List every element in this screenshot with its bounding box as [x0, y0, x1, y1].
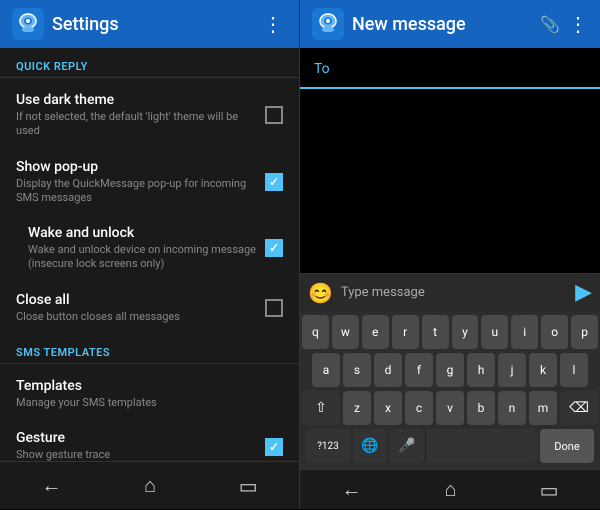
- setting-templates-desc: Manage your SMS templates: [16, 396, 275, 410]
- key-l[interactable]: l: [560, 353, 588, 387]
- section-quick-reply: QUICK REPLY: [0, 48, 299, 77]
- message-panel: New message 📎 ⋮ To 😊 Type message ▶ q w …: [300, 0, 600, 509]
- key-q[interactable]: q: [302, 315, 329, 349]
- setting-dark-theme-checkbox[interactable]: [265, 106, 283, 124]
- keyboard-row-2: a s d f g h j k l: [302, 353, 598, 387]
- settings-bottom-nav: ← ⌂ ▭: [0, 461, 299, 509]
- message-body: To 😊 Type message ▶ q w e r t y u i o p: [300, 48, 600, 469]
- symbols-key[interactable]: ?123: [306, 429, 350, 463]
- setting-templates-title: Templates: [16, 378, 275, 394]
- key-r[interactable]: r: [392, 315, 419, 349]
- setting-dark-theme-desc: If not selected, the default 'light' the…: [16, 110, 257, 139]
- keyboard: q w e r t y u i o p a s d f g h j k: [300, 311, 600, 469]
- attach-button[interactable]: 📎: [540, 15, 560, 34]
- key-f[interactable]: f: [405, 353, 433, 387]
- space-key[interactable]: [427, 429, 537, 463]
- setting-gesture-desc: Show gesture trace: [16, 448, 257, 461]
- send-button[interactable]: ▶: [575, 280, 592, 305]
- settings-panel: Settings ⋮ QUICK REPLY Use dark theme If…: [0, 0, 300, 509]
- message-app-icon: [312, 8, 344, 40]
- keyboard-row-4: ?123 🌐 🎤 Done: [302, 429, 598, 463]
- to-field[interactable]: To: [300, 48, 600, 89]
- setting-close-all-checkbox[interactable]: [265, 299, 283, 317]
- setting-dark-theme[interactable]: Use dark theme If not selected, the defa…: [0, 82, 299, 149]
- message-recents-button[interactable]: ▭: [524, 470, 575, 510]
- setting-gesture-title: Gesture: [16, 430, 257, 446]
- key-j[interactable]: j: [498, 353, 526, 387]
- key-k[interactable]: k: [529, 353, 557, 387]
- key-g[interactable]: g: [436, 353, 464, 387]
- key-o[interactable]: o: [541, 315, 568, 349]
- message-bottom-nav: ← ⌂ ▭: [300, 469, 600, 509]
- keyboard-row-3: ⇧ z x c v b n m ⌫: [302, 391, 598, 425]
- key-w[interactable]: w: [332, 315, 359, 349]
- setting-show-popup-title: Show pop-up: [16, 159, 257, 175]
- compose-input[interactable]: Type message: [341, 285, 567, 300]
- key-z[interactable]: z: [343, 391, 371, 425]
- done-key[interactable]: Done: [540, 429, 594, 463]
- section-sms-templates: SMS TEMPLATES: [0, 334, 299, 363]
- compose-bar: 😊 Type message ▶: [300, 273, 600, 311]
- settings-more-button[interactable]: ⋮: [259, 8, 287, 40]
- key-v[interactable]: v: [436, 391, 464, 425]
- settings-back-button[interactable]: ←: [25, 465, 77, 506]
- key-i[interactable]: i: [511, 315, 538, 349]
- key-e[interactable]: e: [362, 315, 389, 349]
- setting-dark-theme-title: Use dark theme: [16, 92, 257, 108]
- key-h[interactable]: h: [467, 353, 495, 387]
- setting-close-all-desc: Close button closes all messages: [16, 310, 257, 324]
- setting-gesture-checkbox[interactable]: [265, 438, 283, 456]
- key-y[interactable]: y: [452, 315, 479, 349]
- setting-wake-unlock[interactable]: Wake and unlock Wake and unlock device o…: [0, 215, 299, 282]
- setting-show-popup[interactable]: Show pop-up Display the QuickMessage pop…: [0, 149, 299, 216]
- setting-show-popup-checkbox[interactable]: [265, 173, 283, 191]
- message-back-button[interactable]: ←: [326, 469, 378, 510]
- key-b[interactable]: b: [467, 391, 495, 425]
- key-c[interactable]: c: [405, 391, 433, 425]
- settings-app-icon: [12, 8, 44, 40]
- setting-wake-unlock-checkbox[interactable]: [265, 239, 283, 257]
- setting-gesture[interactable]: Gesture Show gesture trace: [0, 420, 299, 461]
- setting-wake-unlock-title: Wake and unlock: [28, 225, 257, 241]
- key-t[interactable]: t: [422, 315, 449, 349]
- emoji-button[interactable]: 😊: [308, 281, 333, 305]
- mic-key[interactable]: 🎤: [390, 429, 424, 463]
- divider-quick-reply: [0, 77, 299, 78]
- message-header-actions: 📎 ⋮: [540, 12, 588, 36]
- divider-sms-templates: [0, 363, 299, 364]
- key-d[interactable]: d: [374, 353, 402, 387]
- message-compose-area: [300, 89, 600, 273]
- to-label: To: [314, 61, 330, 77]
- key-x[interactable]: x: [374, 391, 402, 425]
- globe-key[interactable]: 🌐: [353, 429, 387, 463]
- message-title: New message: [352, 14, 540, 35]
- setting-close-all-title: Close all: [16, 292, 257, 308]
- setting-templates[interactable]: Templates Manage your SMS templates: [0, 368, 299, 420]
- key-u[interactable]: u: [481, 315, 508, 349]
- message-header: New message 📎 ⋮: [300, 0, 600, 48]
- settings-header: Settings ⋮: [0, 0, 299, 48]
- setting-wake-unlock-desc: Wake and unlock device on incoming messa…: [28, 243, 257, 272]
- key-p[interactable]: p: [571, 315, 598, 349]
- keyboard-row-1: q w e r t y u i o p: [302, 315, 598, 349]
- message-more-button[interactable]: ⋮: [568, 12, 588, 36]
- settings-recents-button[interactable]: ▭: [223, 466, 274, 506]
- backspace-key[interactable]: ⌫: [560, 391, 598, 425]
- key-n[interactable]: n: [498, 391, 526, 425]
- settings-title: Settings: [52, 14, 259, 35]
- key-a[interactable]: a: [312, 353, 340, 387]
- setting-close-all[interactable]: Close all Close button closes all messag…: [0, 282, 299, 334]
- key-s[interactable]: s: [343, 353, 371, 387]
- settings-content: QUICK REPLY Use dark theme If not select…: [0, 48, 299, 461]
- settings-home-button[interactable]: ⌂: [128, 465, 172, 506]
- message-home-button[interactable]: ⌂: [429, 469, 473, 510]
- shift-key[interactable]: ⇧: [302, 391, 340, 425]
- key-m[interactable]: m: [529, 391, 557, 425]
- setting-show-popup-desc: Display the QuickMessage pop-up for inco…: [16, 177, 257, 206]
